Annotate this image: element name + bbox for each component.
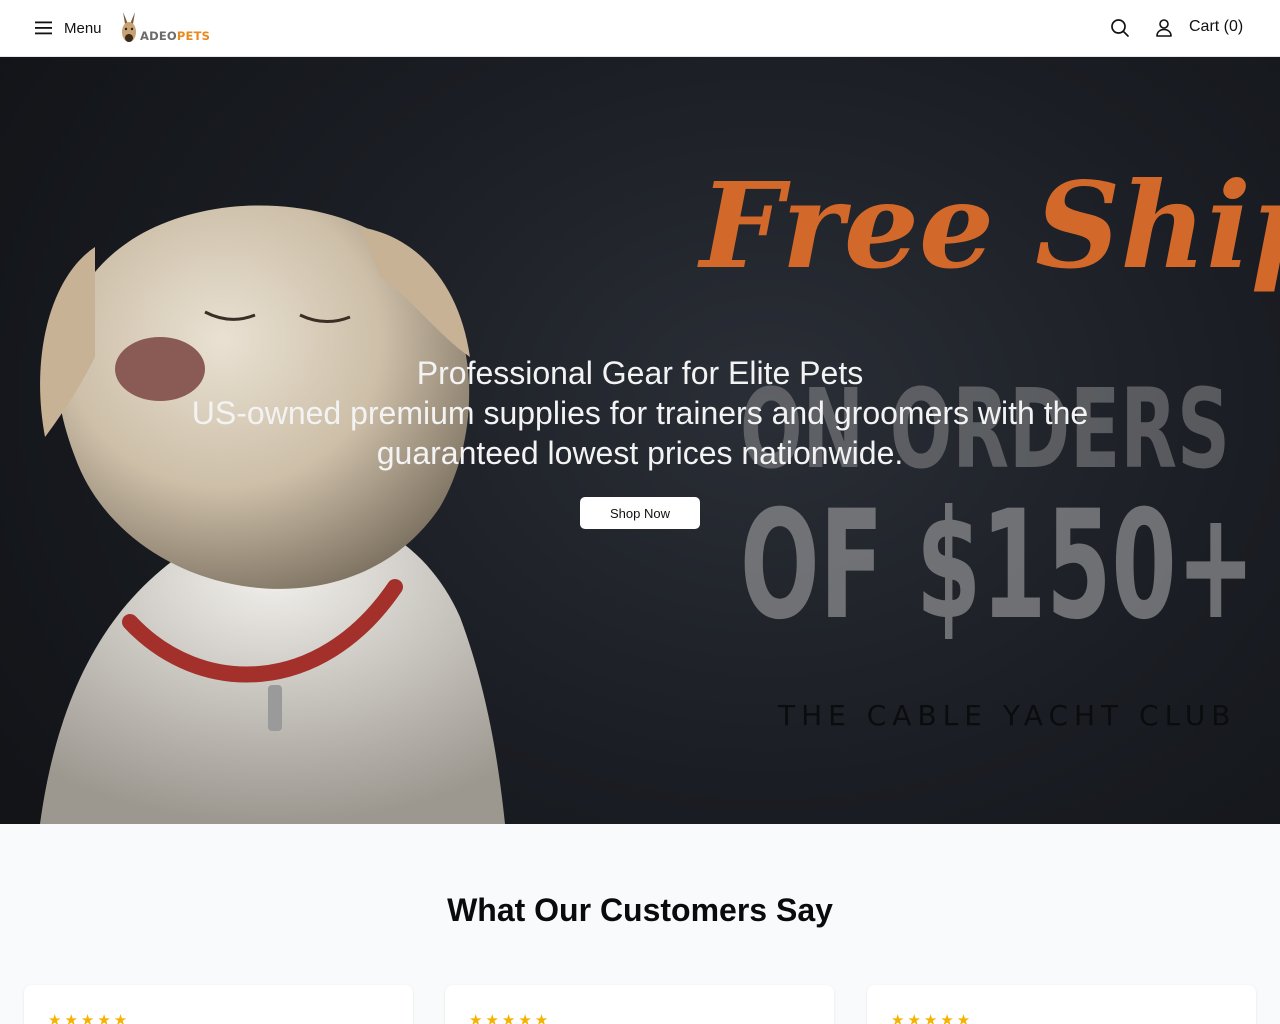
logo-text: ADEOPETS — [140, 29, 211, 43]
menu-label: Menu — [64, 19, 102, 37]
promo-watermark: THE CABLE YACHT CLUB — [777, 699, 1237, 732]
review-card: ★★★★★ — [867, 985, 1256, 1024]
rating-stars: ★★★★★ — [891, 1012, 974, 1024]
hero-banner: Free Shipping ON ORDERS OF $150+ THE CAB… — [0, 57, 1280, 824]
review-card: ★★★★★ — [24, 985, 413, 1024]
search-icon[interactable] — [1109, 17, 1131, 39]
promo-script-text: Free Shipping — [697, 156, 1280, 295]
testimonials-section: What Our Customers Say ★★★★★ ★★★★★ ★★★★★ — [0, 824, 1280, 1024]
dog-tag — [268, 685, 282, 731]
site-header: Menu ADEOPETS Cart (0) — [0, 0, 1280, 57]
site-logo[interactable]: ADEOPETS — [120, 10, 212, 46]
hero-text: Professional Gear for Elite Pets US-owne… — [140, 353, 1140, 473]
review-card: ★★★★★ — [445, 985, 834, 1024]
menu-button[interactable]: Menu — [34, 16, 102, 40]
shop-now-button[interactable]: Shop Now — [580, 497, 700, 529]
rating-stars: ★★★★★ — [48, 1012, 131, 1024]
hamburger-icon — [35, 21, 52, 35]
hero-subtitle: US-owned premium supplies for trainers a… — [191, 395, 1089, 471]
promo-line-2: OF $150+ — [740, 479, 1255, 653]
account-icon[interactable] — [1153, 17, 1175, 39]
testimonials-title: What Our Customers Say — [447, 892, 833, 928]
cart-link[interactable]: Cart (0) — [1189, 18, 1243, 36]
dog-logo-icon — [122, 12, 136, 42]
hero-title: Professional Gear for Elite Pets — [416, 355, 864, 391]
rating-stars: ★★★★★ — [469, 1012, 552, 1024]
